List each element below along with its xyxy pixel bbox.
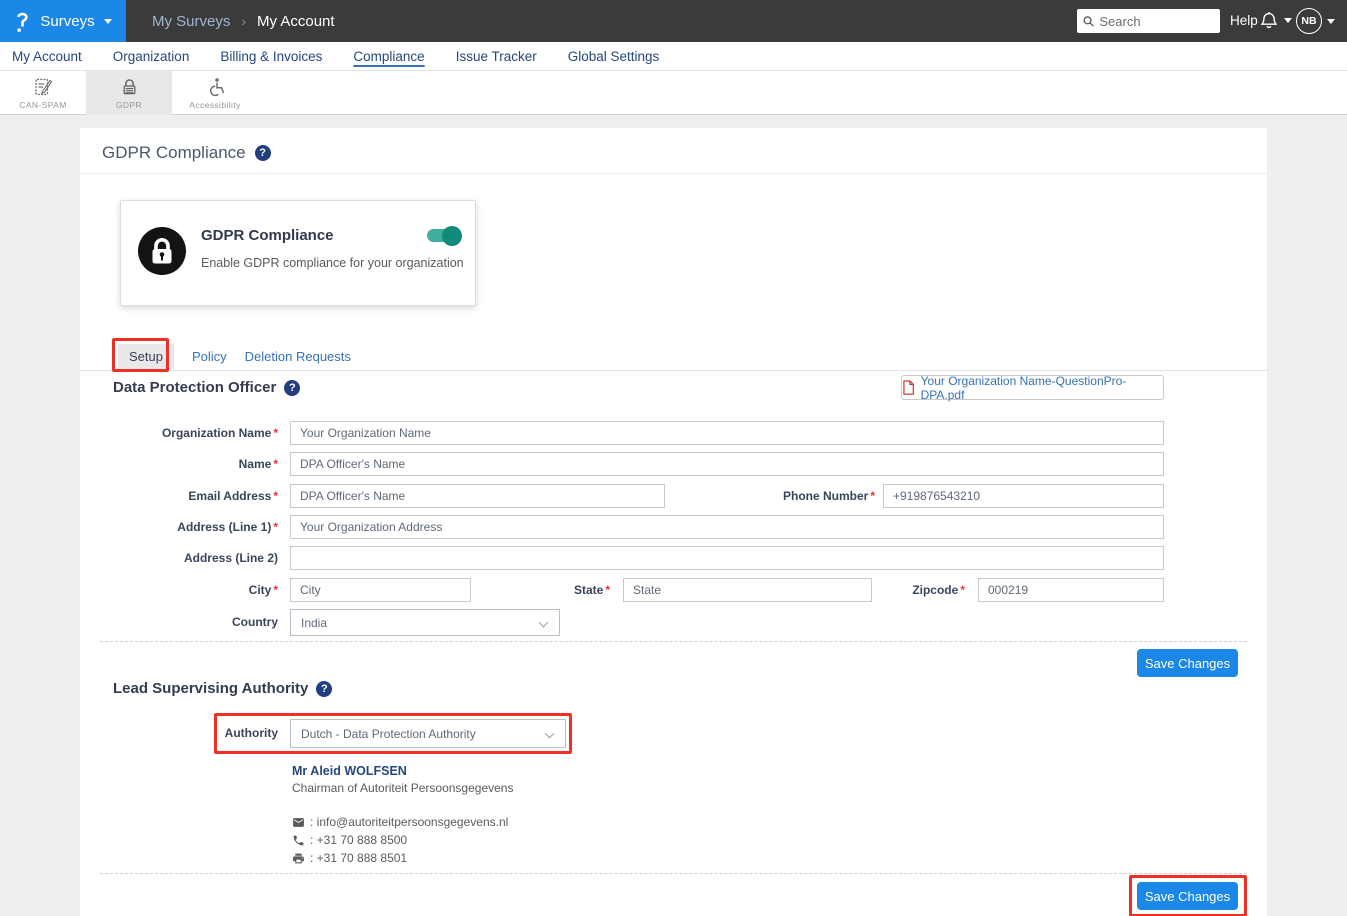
gdpr-compliance-panel: GDPR Compliance ? GDPR Compliance Enable… — [80, 128, 1267, 916]
setup-tabs: Setup Policy Deletion Requests — [118, 344, 351, 369]
toggle-knob — [442, 226, 462, 246]
country-select[interactable]: India — [290, 609, 560, 636]
tab-setup[interactable]: Setup — [118, 344, 174, 369]
questionpro-logo-icon — [14, 8, 31, 35]
tab-policy[interactable]: Policy — [192, 349, 227, 364]
dpo-save-changes-button[interactable]: Save Changes — [1137, 649, 1238, 677]
tab-gdpr[interactable]: GDPR — [86, 71, 172, 115]
divider — [80, 370, 1267, 371]
chevron-down-icon — [545, 729, 555, 739]
memo-pencil-icon — [33, 77, 53, 97]
gdpr-enable-toggle[interactable] — [427, 229, 459, 242]
city-label: City — [249, 583, 272, 597]
compliance-tabs: CAN-SPAM GDPR Accessibility — [0, 71, 1347, 115]
breadcrumb-my-surveys[interactable]: My Surveys — [152, 13, 230, 30]
tab-label: Accessibility — [189, 100, 241, 110]
divider — [100, 873, 1247, 874]
notifications-button[interactable] — [1259, 10, 1292, 31]
chevron-down-icon — [1284, 18, 1292, 23]
zipcode-input[interactable] — [978, 578, 1164, 602]
breadcrumb-my-account: My Account — [257, 13, 335, 30]
zipcode-label: Zipcode — [912, 583, 958, 597]
gdpr-toggle-card: GDPR Compliance Enable GDPR compliance f… — [120, 200, 476, 306]
tab-accessibility[interactable]: Accessibility — [172, 71, 258, 115]
tab-deletion-requests[interactable]: Deletion Requests — [245, 349, 351, 364]
card-title: GDPR Compliance — [201, 227, 334, 244]
account-nav: My Account Organization Billing & Invoic… — [0, 42, 1347, 71]
email-input[interactable] — [290, 484, 665, 508]
org-name-input[interactable] — [290, 421, 1164, 445]
dpa-name-input[interactable] — [290, 452, 1164, 476]
name-label: Name — [239, 457, 272, 471]
help-link[interactable]: Help — [1230, 13, 1258, 28]
authority-contact-email: : info@autoriteitpersoonsgegevens.nl — [310, 815, 508, 829]
breadcrumb: My Surveys › My Account — [152, 0, 335, 42]
help-icon[interactable]: ? — [316, 681, 332, 697]
chevron-down-icon — [539, 618, 549, 628]
address2-label: Address (Line 2) — [184, 551, 278, 565]
country-label: Country — [232, 615, 278, 629]
nav-item-organization[interactable]: Organization — [113, 49, 190, 64]
authority-label: Authority — [225, 726, 278, 740]
state-label: State — [574, 583, 603, 597]
brand-label: Surveys — [40, 13, 94, 30]
topbar: Surveys My Surveys › My Account Help N — [0, 0, 1347, 42]
country-value: India — [301, 616, 327, 630]
mail-icon — [292, 816, 305, 829]
authority-contact-card: Mr Aleid WOLFSEN Chairman of Autoriteit … — [292, 764, 513, 865]
authority-select[interactable]: Dutch - Data Protection Authority — [290, 719, 566, 748]
org-name-label: Organization Name — [162, 426, 271, 440]
tab-label: GDPR — [116, 100, 142, 110]
phone-label: Phone Number — [783, 489, 868, 503]
wheelchair-icon — [205, 77, 226, 97]
screen: Surveys My Surveys › My Account Help N — [0, 0, 1347, 916]
state-input[interactable] — [623, 578, 872, 602]
page-title: GDPR Compliance — [102, 143, 246, 163]
search-box[interactable] — [1077, 9, 1220, 33]
fax-icon — [292, 852, 305, 865]
help-icon[interactable]: ? — [284, 380, 300, 396]
pdf-file-icon — [902, 380, 915, 395]
address1-label: Address (Line 1) — [177, 520, 271, 534]
authority-contact-role: Chairman of Autoriteit Persoonsgegevens — [292, 781, 513, 795]
authority-value: Dutch - Data Protection Authority — [301, 727, 476, 741]
dpo-section-title: Data Protection Officer — [113, 379, 276, 396]
divider — [100, 641, 1247, 642]
account-menu[interactable]: NB — [1296, 8, 1335, 34]
lsa-section-title: Lead Supervising Authority — [113, 680, 308, 697]
lock-badge-icon — [138, 227, 186, 275]
authority-contact-fax: : +31 70 888 8501 — [310, 851, 407, 865]
address2-input[interactable] — [290, 546, 1164, 570]
help-icon[interactable]: ? — [255, 145, 271, 161]
chevron-down-icon — [104, 19, 112, 24]
tab-label: CAN-SPAM — [19, 100, 66, 110]
authority-contact-phone: : +31 70 888 8500 — [310, 833, 407, 847]
search-icon — [1083, 15, 1094, 28]
nav-item-global-settings[interactable]: Global Settings — [568, 49, 660, 64]
bell-icon — [1259, 10, 1279, 31]
phone-icon — [292, 834, 305, 847]
tab-can-spam[interactable]: CAN-SPAM — [0, 71, 86, 115]
authority-contact-name: Mr Aleid WOLFSEN — [292, 764, 513, 778]
avatar: NB — [1296, 8, 1322, 34]
product-switcher[interactable]: Surveys — [0, 0, 126, 42]
divider — [80, 173, 1267, 174]
phone-input[interactable] — [883, 484, 1164, 508]
nav-item-my-account[interactable]: My Account — [12, 49, 82, 64]
dpa-pdf-button[interactable]: Your Organization Name-QuestionPro-DPA.p… — [901, 375, 1164, 400]
chevron-down-icon — [1327, 19, 1335, 24]
nav-item-billing-invoices[interactable]: Billing & Invoices — [220, 49, 322, 64]
city-input[interactable] — [290, 578, 471, 602]
search-input[interactable] — [1099, 14, 1214, 29]
card-subtitle: Enable GDPR compliance for your organiza… — [201, 256, 464, 270]
pdf-button-label: Your Organization Name-QuestionPro-DPA.p… — [921, 374, 1163, 402]
nav-item-issue-tracker[interactable]: Issue Tracker — [456, 49, 537, 64]
breadcrumb-separator: › — [241, 13, 246, 29]
lsa-save-changes-button[interactable]: Save Changes — [1137, 882, 1238, 910]
email-label: Email Address — [188, 489, 271, 503]
padlock-icon — [120, 77, 139, 97]
nav-item-compliance[interactable]: Compliance — [353, 49, 424, 64]
address1-input[interactable] — [290, 515, 1164, 539]
